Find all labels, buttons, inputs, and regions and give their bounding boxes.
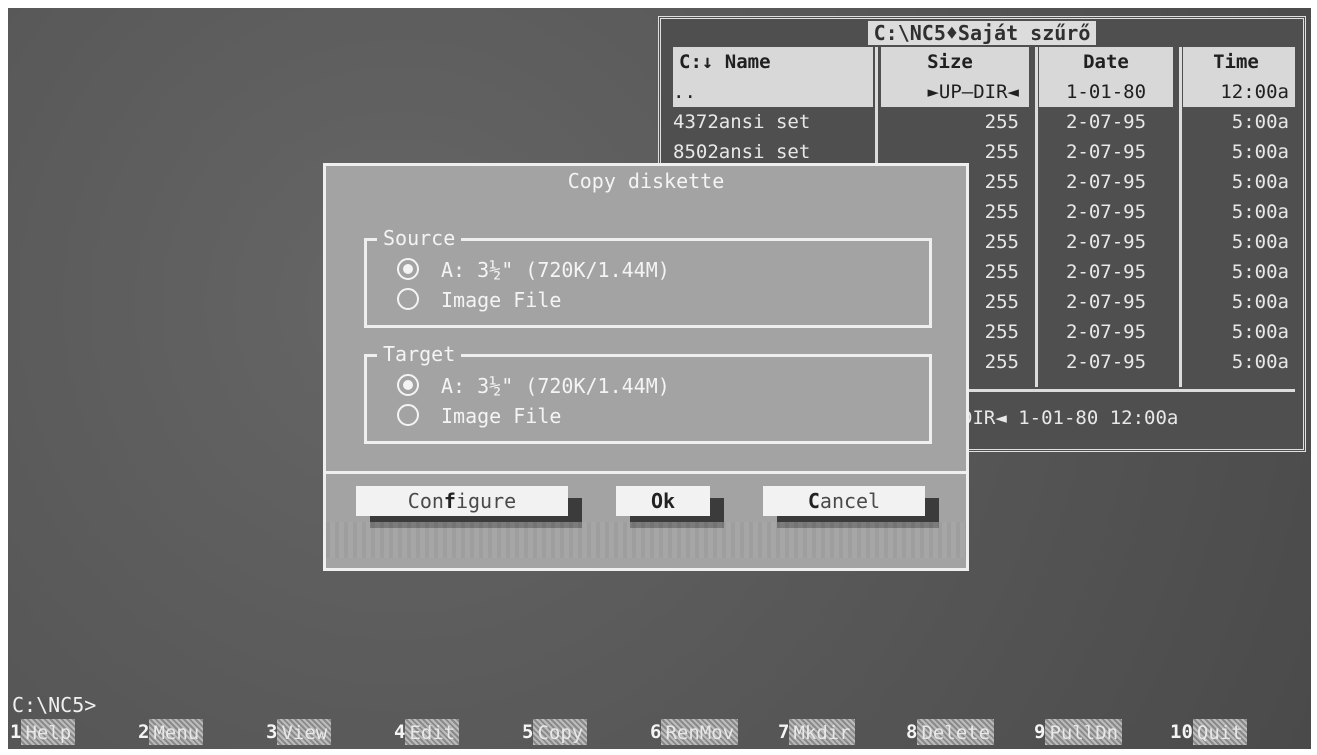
file-date: 2-07-95 <box>1065 141 1147 163</box>
file-date: 1-01-80 <box>1039 77 1173 107</box>
file-time: 5:00a <box>1231 351 1289 373</box>
source-drive-a-label: A: 3½" (720K/1.44M) <box>441 258 670 282</box>
file-row[interactable]: 4372ansi set 255 2-07-95 5:00a <box>669 107 1295 137</box>
file-date: 2-07-95 <box>1065 261 1147 283</box>
file-time: 12:00a <box>1183 77 1295 107</box>
command-prompt[interactable]: C:\NC5> <box>12 692 96 718</box>
file-date: 2-07-95 <box>1065 351 1147 373</box>
fkey-view[interactable]: 3 View <box>266 718 332 746</box>
radio-empty-icon <box>397 288 419 310</box>
file-date: 2-07-95 <box>1065 231 1147 253</box>
file-time: 5:00a <box>1231 321 1289 343</box>
radio-empty-icon <box>397 404 419 426</box>
column-divider <box>1035 47 1038 387</box>
source-drive-a-radio[interactable]: A: 3½" (720K/1.44M) <box>397 255 670 285</box>
file-date: 2-07-95 <box>1065 201 1147 223</box>
target-group: Target A: 3½" (720K/1.44M) Image File <box>364 341 932 444</box>
fkey-number: 10 <box>1170 721 1193 743</box>
fkey-number: 3 <box>266 721 278 743</box>
source-group: Source A: 3½" (720K/1.44M) Image File <box>364 225 932 328</box>
radio-selected-icon <box>397 374 419 396</box>
fkey-label: Edit <box>405 719 460 745</box>
fkey-menu[interactable]: 2 Menu <box>138 718 204 746</box>
fkey-pulldn[interactable]: 9 PullDn <box>1034 718 1123 746</box>
fkey-mkdir[interactable]: 7 Mkdir <box>778 718 855 746</box>
file-size: 255 <box>984 111 1019 133</box>
file-date: 2-07-95 <box>1065 321 1147 343</box>
file-size: ►UP—DIR◄ <box>881 77 1029 107</box>
function-key-bar: 1 Help 2 Menu 3 View 4 Edit 5 Copy 6 RenMov 7M… <box>10 718 1309 746</box>
cancel-button[interactable]: Cancel <box>763 486 925 516</box>
fkey-label: View <box>277 719 332 745</box>
fkey-number: 4 <box>394 721 406 743</box>
file-time: 5:00a <box>1231 231 1289 253</box>
configure-label-end: igure <box>455 489 517 513</box>
dialog-separator <box>326 471 966 474</box>
column-divider <box>1179 47 1182 387</box>
configure-hotkey: f <box>443 489 456 513</box>
cancel-label-end: ancel <box>819 489 881 513</box>
fkey-edit[interactable]: 4 Edit <box>394 718 460 746</box>
fkey-renmov[interactable]: 6 RenMov <box>650 718 739 746</box>
file-date: 2-07-95 <box>1065 111 1147 133</box>
file-time: 5:00a <box>1231 201 1289 223</box>
fkey-number: 2 <box>138 721 150 743</box>
file-time: 5:00a <box>1231 261 1289 283</box>
fkey-number: 8 <box>906 721 918 743</box>
fkey-help[interactable]: 1 Help <box>10 718 76 746</box>
target-image-file-radio[interactable]: Image File <box>397 401 561 431</box>
header-name[interactable]: C:↓ Name <box>673 47 873 77</box>
fkey-label: Quit <box>1192 719 1247 745</box>
fkey-number: 6 <box>650 721 662 743</box>
fkey-number: 1 <box>10 721 22 743</box>
ok-button[interactable]: Ok <box>616 486 710 516</box>
header-size[interactable]: Size <box>881 47 1029 77</box>
dialog-bottom-area <box>326 522 966 558</box>
file-time: 5:00a <box>1231 141 1289 163</box>
dialog-title: Copy diskette <box>567 169 725 193</box>
file-time: 5:00a <box>1231 171 1289 193</box>
radio-selected-icon <box>397 258 419 280</box>
cancel-hotkey: C <box>807 489 820 513</box>
file-name: 4372ansi set <box>673 111 811 133</box>
dos-screen: C:\NC5♦Saját szűrő C:↓ Name Size Date Ti… <box>8 8 1311 749</box>
fkey-label: RenMov <box>661 719 739 745</box>
configure-button[interactable]: Configure <box>356 486 568 516</box>
file-time: 5:00a <box>1231 291 1289 313</box>
configure-label-start: Con <box>407 489 444 513</box>
file-name: .. <box>673 77 873 107</box>
fkey-copy[interactable]: 5 Copy <box>522 718 588 746</box>
header-date[interactable]: Date <box>1039 47 1173 77</box>
fkey-label: Help <box>21 719 76 745</box>
target-drive-a-radio[interactable]: A: 3½" (720K/1.44M) <box>397 371 670 401</box>
target-drive-a-label: A: 3½" (720K/1.44M) <box>441 374 670 398</box>
fkey-label: Menu <box>149 719 204 745</box>
source-image-file-label: Image File <box>441 288 562 312</box>
fkey-label: Mkdir <box>789 719 855 745</box>
file-date: 2-07-95 <box>1065 291 1147 313</box>
file-time: 5:00a <box>1231 111 1289 133</box>
target-image-file-label: Image File <box>441 404 562 428</box>
panel-title: C:\NC5♦Saját szűrő <box>661 21 1303 45</box>
panel-header: C:↓ Name Size Date Time <box>669 47 1295 77</box>
fkey-quit[interactable]: 10 Quit <box>1170 718 1247 746</box>
panel-status-line: DIR◄ 1-01-80 12:00a <box>961 407 1179 429</box>
fkey-label: Copy <box>533 719 588 745</box>
fkey-label: PullDn <box>1045 719 1123 745</box>
header-time[interactable]: Time <box>1183 47 1295 77</box>
fkey-number: 7 <box>778 721 790 743</box>
target-label: Target <box>377 341 462 367</box>
source-image-file-radio[interactable]: Image File <box>397 285 561 315</box>
file-date: 2-07-95 <box>1065 171 1147 193</box>
fkey-number: 5 <box>522 721 534 743</box>
copy-diskette-dialog: Copy diskette Source A: 3½" (720K/1.44M)… <box>323 163 969 571</box>
fkey-delete[interactable]: 8 Delete <box>906 718 995 746</box>
file-row-updir[interactable]: .. ►UP—DIR◄ 1-01-80 12:00a <box>669 77 1295 107</box>
fkey-label: Delete <box>917 719 995 745</box>
fkey-number: 9 <box>1034 721 1046 743</box>
source-label: Source <box>377 225 462 251</box>
